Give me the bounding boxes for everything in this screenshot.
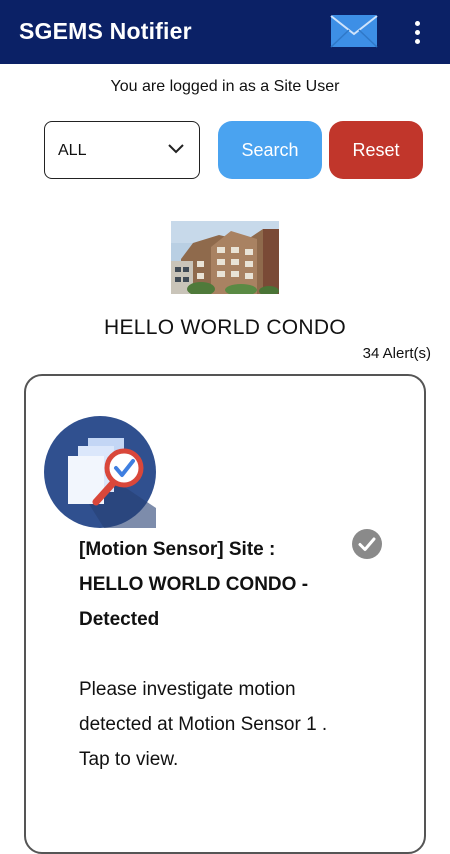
alert-title: [Motion Sensor] Site : HELLO WORLD CONDO… xyxy=(79,539,309,630)
document-search-icon xyxy=(44,416,156,528)
app-bar: SGEMS Notifier xyxy=(0,0,450,64)
site-name: HELLO WORLD CONDO xyxy=(104,316,346,339)
site-photo xyxy=(171,221,279,294)
check-circle-icon xyxy=(352,529,382,559)
reset-button[interactable]: Reset xyxy=(329,121,423,179)
chevron-down-icon xyxy=(168,144,184,154)
filter-selected-value: ALL xyxy=(58,142,87,159)
login-status-text: You are logged in as a Site User xyxy=(110,78,340,95)
alert-filter-select[interactable]: ALL xyxy=(44,121,200,179)
more-vert-icon[interactable] xyxy=(404,17,430,47)
alert-card[interactable]: [Motion Sensor] Site : HELLO WORLD CONDO… xyxy=(24,374,426,854)
app-title: SGEMS Notifier xyxy=(19,18,192,44)
search-button[interactable]: Search xyxy=(218,121,322,179)
mail-icon[interactable] xyxy=(330,14,378,48)
alert-message: Please investigate motion detected at Mo… xyxy=(79,679,328,770)
alert-count: 34 Alert(s) xyxy=(362,345,431,362)
